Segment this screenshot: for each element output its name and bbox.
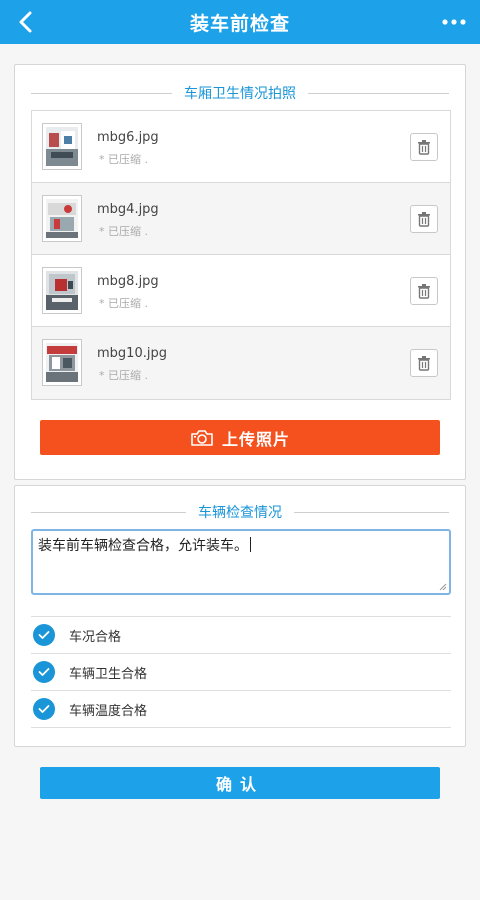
checkbox-checked[interactable] [33, 661, 55, 683]
check-icon [38, 631, 50, 639]
photo-thumbnail[interactable] [42, 339, 82, 386]
camera-icon [191, 429, 213, 446]
divider-line [31, 511, 186, 513]
back-button[interactable] [12, 8, 40, 36]
inspection-notes-textarea[interactable]: 装车前车辆检查合格，允许装车。 [31, 529, 451, 595]
photo-preview-image [46, 271, 78, 310]
chevron-left-icon [19, 11, 32, 33]
checkbox-checked[interactable] [33, 698, 55, 720]
divider-line [31, 92, 172, 94]
photo-item: mbg10.jpg * 已压缩 . [32, 327, 450, 399]
resize-handle-icon[interactable] [439, 583, 447, 591]
delete-photo-button[interactable] [410, 133, 438, 161]
check-item-vehicle-hygiene[interactable]: 车辆卫生合格 [31, 654, 451, 691]
photo-list: mbg6.jpg * 已压缩 . mbg4.jpg * 已压缩 . mbg8.j… [31, 110, 451, 400]
confirm-button[interactable]: 确认 [40, 767, 440, 799]
delete-photo-button[interactable] [410, 277, 438, 305]
check-label: 车况合格 [69, 629, 122, 645]
page-title: 装车前检查 [189, 12, 290, 35]
photo-item: mbg6.jpg * 已压缩 . [32, 111, 450, 183]
trash-icon [418, 356, 430, 371]
text-cursor [250, 537, 251, 552]
upload-photo-button[interactable]: 上传照片 [40, 420, 440, 455]
check-list: 车况合格 车辆卫生合格 车辆温度合格 [31, 616, 451, 728]
photo-filename: mbg6.jpg [97, 130, 159, 145]
photo-compressed-note: * 已压缩 . [99, 153, 148, 166]
divider-line [294, 511, 449, 513]
photos-card: 车厢卫生情况拍照 mbg6.jpg * 已压缩 . mbg4.jpg * 已压缩… [14, 64, 466, 480]
photo-thumbnail[interactable] [42, 267, 82, 314]
photo-item: mbg4.jpg * 已压缩 . [32, 183, 450, 255]
photo-compressed-note: * 已压缩 . [99, 225, 148, 238]
photo-filename: mbg4.jpg [97, 202, 159, 217]
inspection-card: 车辆检查情况 装车前车辆检查合格，允许装车。 车况合格 车辆卫生合格 车辆温度合… [14, 485, 466, 747]
textarea-value: 装车前车辆检查合格，允许装车。 [38, 538, 248, 554]
trash-icon [418, 212, 430, 227]
photos-section-header: 车厢卫生情况拍照 [31, 83, 449, 103]
more-horizontal-icon [442, 19, 466, 25]
checkbox-checked[interactable] [33, 624, 55, 646]
inspection-section-title: 车辆检查情况 [198, 505, 282, 521]
photos-section-title: 车厢卫生情况拍照 [184, 86, 296, 102]
upload-button-label: 上传照片 [221, 429, 290, 449]
check-label: 车辆卫生合格 [69, 666, 148, 682]
app-header: 装车前检查 [0, 0, 480, 44]
photo-compressed-note: * 已压缩 . [99, 369, 148, 382]
photo-preview-image [46, 343, 78, 382]
trash-icon [418, 284, 430, 299]
photo-filename: mbg10.jpg [97, 346, 167, 361]
photo-filename: mbg8.jpg [97, 274, 159, 289]
photo-compressed-note: * 已压缩 . [99, 297, 148, 310]
check-item-vehicle-temperature[interactable]: 车辆温度合格 [31, 691, 451, 728]
photo-preview-image [46, 127, 78, 166]
photo-thumbnail[interactable] [42, 195, 82, 242]
inspection-section-header: 车辆检查情况 [31, 502, 449, 522]
check-icon [38, 705, 50, 713]
check-label: 车辆温度合格 [69, 703, 148, 719]
photo-item: mbg8.jpg * 已压缩 . [32, 255, 450, 327]
divider-line [308, 92, 449, 94]
photo-preview-image [46, 199, 78, 238]
trash-icon [418, 140, 430, 155]
more-button[interactable] [438, 8, 470, 36]
check-item-vehicle-condition[interactable]: 车况合格 [31, 617, 451, 654]
check-icon [38, 668, 50, 676]
delete-photo-button[interactable] [410, 349, 438, 377]
delete-photo-button[interactable] [410, 205, 438, 233]
photo-thumbnail[interactable] [42, 123, 82, 170]
